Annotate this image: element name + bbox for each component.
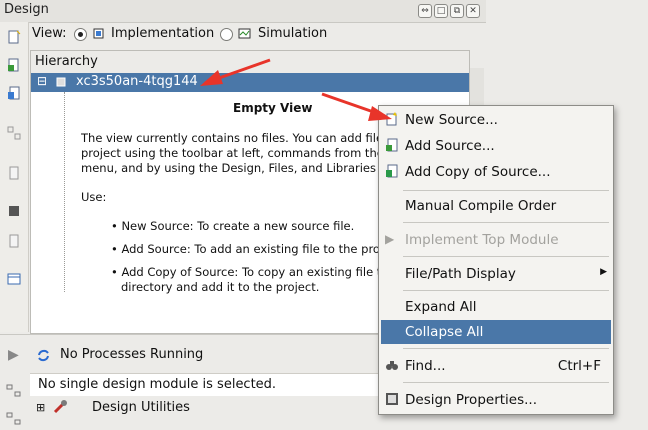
- device-row[interactable]: ⊟ xc3s50an-4tqg144: [31, 73, 469, 92]
- menu-add-copy-of-source[interactable]: Add Copy of Source...: [381, 160, 611, 184]
- menu-collapse-all[interactable]: Collapse All: [381, 320, 611, 344]
- context-menu: New Source... Add Source... Add Copy of …: [378, 105, 614, 415]
- menu-manual-compile-order[interactable]: Manual Compile Order: [381, 194, 611, 218]
- hierarchy-tool-icon-2[interactable]: [6, 411, 22, 427]
- check-doc-icon[interactable]: [7, 234, 21, 248]
- toolbar-strip: [0, 22, 29, 332]
- menu-separator: [403, 290, 609, 291]
- menu-design-properties[interactable]: Design Properties...: [381, 388, 611, 412]
- menu-separator: [403, 382, 609, 383]
- tree-guide: [64, 92, 66, 292]
- hierarchy-tool-icon[interactable]: [6, 383, 22, 399]
- menu-new-source[interactable]: New Source...: [381, 108, 611, 132]
- menu-file-path-display[interactable]: File/Path Display ▶: [381, 262, 611, 286]
- panel-title: Design: [4, 2, 49, 17]
- implementation-icon: [93, 28, 104, 39]
- submenu-arrow-icon: ▶: [600, 267, 607, 277]
- collapse-icon[interactable]: ⊟: [37, 74, 47, 88]
- properties-icon: [386, 393, 398, 405]
- tools-icon: [53, 400, 67, 414]
- add-copy-icon: [386, 164, 398, 178]
- simulation-label[interactable]: Simulation: [258, 26, 327, 41]
- table-icon[interactable]: [7, 272, 21, 286]
- add-source-icon[interactable]: [7, 58, 21, 72]
- close-icon[interactable]: ✕: [466, 4, 480, 18]
- implementation-label[interactable]: Implementation: [111, 26, 214, 41]
- expand-icon[interactable]: ⊞: [36, 401, 45, 414]
- chip-icon[interactable]: [7, 204, 21, 218]
- play-icon: ▶: [385, 232, 395, 246]
- view-label: View:: [32, 26, 67, 41]
- add-copy-icon[interactable]: [7, 86, 21, 100]
- float-icon[interactable]: ⇔: [418, 4, 432, 18]
- restore-icon[interactable]: □: [434, 4, 448, 18]
- menu-add-source[interactable]: Add Source...: [381, 134, 611, 158]
- menu-separator: [403, 256, 609, 257]
- process-status: No Processes Running: [60, 347, 204, 362]
- empty-view-title: Empty View: [233, 101, 313, 115]
- panel-titlebar: Design ⇔ □ ⧉ ✕: [0, 0, 486, 23]
- menu-separator: [403, 348, 609, 349]
- hierarchy-title: Hierarchy: [35, 54, 98, 69]
- document-icon[interactable]: [7, 166, 21, 180]
- new-source-icon[interactable]: [7, 30, 21, 44]
- chip-icon: [56, 77, 66, 87]
- hierarchy-header: Hierarchy: [31, 51, 469, 74]
- new-source-icon: [386, 112, 397, 126]
- device-name: xc3s50an-4tqg144: [76, 74, 198, 89]
- menu-find[interactable]: Find... Ctrl+F: [381, 354, 611, 378]
- process-message: No single design module is selected.: [38, 377, 277, 392]
- menu-expand-all[interactable]: Expand All: [381, 295, 611, 319]
- simulation-radio[interactable]: [220, 28, 233, 41]
- design-utilities-label[interactable]: Design Utilities: [92, 400, 190, 415]
- simulation-icon: [238, 28, 251, 39]
- implementation-radio[interactable]: [74, 28, 87, 41]
- run-icon[interactable]: ▶: [8, 347, 19, 363]
- menu-separator: [403, 222, 609, 223]
- binoculars-icon: [386, 361, 398, 370]
- find-shortcut: Ctrl+F: [557, 358, 601, 374]
- menu-separator: [403, 190, 609, 191]
- maximize-icon[interactable]: ⧉: [450, 4, 464, 18]
- hierarchy-icon[interactable]: [7, 126, 21, 140]
- add-source-icon: [386, 138, 398, 152]
- refresh-icon: [38, 349, 49, 362]
- view-bar: View: Implementation Simulation: [28, 22, 486, 46]
- menu-implement-top-module: ▶ Implement Top Module: [385, 232, 559, 248]
